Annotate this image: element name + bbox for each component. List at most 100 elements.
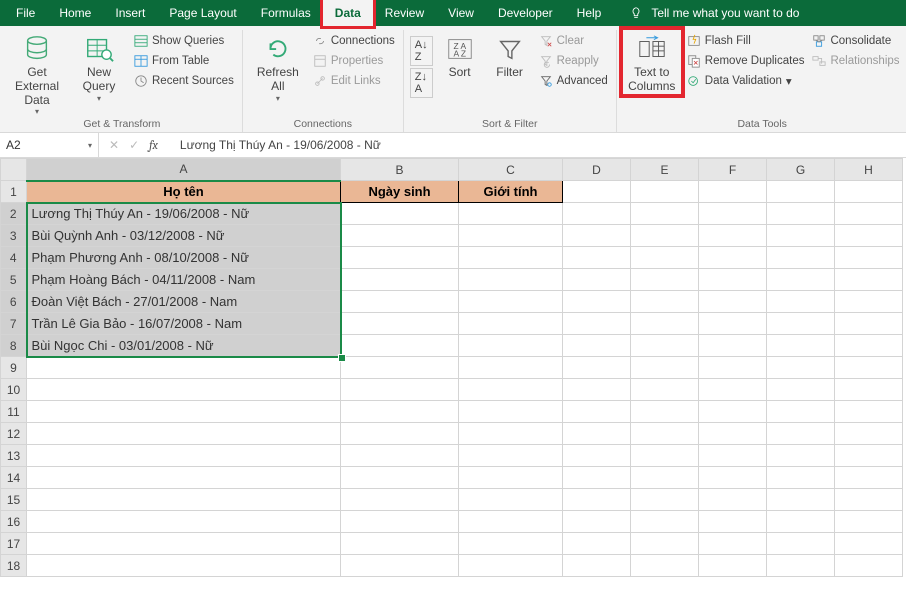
tab-page-layout[interactable]: Page Layout: [157, 0, 248, 26]
cell-E7[interactable]: [631, 313, 699, 335]
select-all-corner[interactable]: [1, 159, 27, 181]
cell-F12[interactable]: [699, 423, 767, 445]
cell-G6[interactable]: [767, 291, 835, 313]
cell-B17[interactable]: [341, 533, 459, 555]
cell-A11[interactable]: [27, 401, 341, 423]
cell-C1[interactable]: Giới tính: [459, 181, 563, 203]
row-header-3[interactable]: 3: [1, 225, 27, 247]
cell-D8[interactable]: [563, 335, 631, 357]
row-header-7[interactable]: 7: [1, 313, 27, 335]
cell-D15[interactable]: [563, 489, 631, 511]
worksheet-grid[interactable]: ABCDEFGH1Họ tênNgày sinhGiới tính2Lương …: [0, 158, 906, 577]
cell-F13[interactable]: [699, 445, 767, 467]
cell-A8[interactable]: Bùi Ngọc Chi - 03/01/2008 - Nữ: [27, 335, 341, 357]
cell-E3[interactable]: [631, 225, 699, 247]
cell-B16[interactable]: [341, 511, 459, 533]
cell-G3[interactable]: [767, 225, 835, 247]
cell-B14[interactable]: [341, 467, 459, 489]
cell-C5[interactable]: [459, 269, 563, 291]
get-external-data-button[interactable]: Get External Data▾: [8, 30, 66, 117]
cell-F17[interactable]: [699, 533, 767, 555]
cell-B9[interactable]: [341, 357, 459, 379]
cell-C12[interactable]: [459, 423, 563, 445]
cell-A7[interactable]: Trần Lê Gia Bảo - 16/07/2008 - Nam: [27, 313, 341, 335]
cell-G7[interactable]: [767, 313, 835, 335]
row-header-4[interactable]: 4: [1, 247, 27, 269]
row-header-12[interactable]: 12: [1, 423, 27, 445]
cell-D4[interactable]: [563, 247, 631, 269]
fx-icon[interactable]: fx: [149, 138, 158, 152]
filter-button[interactable]: Filter: [487, 30, 533, 80]
text-to-columns-button[interactable]: Text to Columns: [623, 30, 681, 94]
cell-B13[interactable]: [341, 445, 459, 467]
cell-H17[interactable]: [835, 533, 903, 555]
tab-developer[interactable]: Developer: [486, 0, 565, 26]
cell-A3[interactable]: Bùi Quỳnh Anh - 03/12/2008 - Nữ: [27, 225, 341, 247]
cell-B15[interactable]: [341, 489, 459, 511]
row-header-18[interactable]: 18: [1, 555, 27, 577]
cell-G14[interactable]: [767, 467, 835, 489]
cell-A12[interactable]: [27, 423, 341, 445]
cell-A10[interactable]: [27, 379, 341, 401]
cell-E15[interactable]: [631, 489, 699, 511]
data-validation-button[interactable]: Data Validation ▾: [685, 72, 807, 90]
row-header-8[interactable]: 8: [1, 335, 27, 357]
cell-E6[interactable]: [631, 291, 699, 313]
cell-B11[interactable]: [341, 401, 459, 423]
row-header-13[interactable]: 13: [1, 445, 27, 467]
cell-G16[interactable]: [767, 511, 835, 533]
tab-view[interactable]: View: [436, 0, 486, 26]
cell-A15[interactable]: [27, 489, 341, 511]
tell-me-search[interactable]: Tell me what you want to do: [629, 6, 799, 20]
cell-H3[interactable]: [835, 225, 903, 247]
cell-F3[interactable]: [699, 225, 767, 247]
cell-D16[interactable]: [563, 511, 631, 533]
cell-G18[interactable]: [767, 555, 835, 577]
cell-F11[interactable]: [699, 401, 767, 423]
remove-duplicates-button[interactable]: Remove Duplicates: [685, 52, 807, 70]
cell-G11[interactable]: [767, 401, 835, 423]
cell-G8[interactable]: [767, 335, 835, 357]
cell-D7[interactable]: [563, 313, 631, 335]
row-header-1[interactable]: 1: [1, 181, 27, 203]
tab-home[interactable]: Home: [47, 0, 103, 26]
cell-E9[interactable]: [631, 357, 699, 379]
cell-H12[interactable]: [835, 423, 903, 445]
cell-B18[interactable]: [341, 555, 459, 577]
cell-C17[interactable]: [459, 533, 563, 555]
cell-E13[interactable]: [631, 445, 699, 467]
flash-fill-button[interactable]: Flash Fill: [685, 32, 807, 50]
cell-G17[interactable]: [767, 533, 835, 555]
cell-C14[interactable]: [459, 467, 563, 489]
cell-C16[interactable]: [459, 511, 563, 533]
from-table-button[interactable]: From Table: [132, 52, 236, 70]
cell-H7[interactable]: [835, 313, 903, 335]
cell-F1[interactable]: [699, 181, 767, 203]
cell-E18[interactable]: [631, 555, 699, 577]
cell-C3[interactable]: [459, 225, 563, 247]
row-header-15[interactable]: 15: [1, 489, 27, 511]
cell-E17[interactable]: [631, 533, 699, 555]
cell-D11[interactable]: [563, 401, 631, 423]
cell-F14[interactable]: [699, 467, 767, 489]
col-header-B[interactable]: B: [341, 159, 459, 181]
cell-B12[interactable]: [341, 423, 459, 445]
cell-C8[interactable]: [459, 335, 563, 357]
col-header-F[interactable]: F: [699, 159, 767, 181]
cell-H14[interactable]: [835, 467, 903, 489]
cell-H11[interactable]: [835, 401, 903, 423]
cell-E8[interactable]: [631, 335, 699, 357]
cell-H10[interactable]: [835, 379, 903, 401]
cell-C18[interactable]: [459, 555, 563, 577]
cell-E5[interactable]: [631, 269, 699, 291]
cell-F8[interactable]: [699, 335, 767, 357]
cell-F2[interactable]: [699, 203, 767, 225]
cell-F6[interactable]: [699, 291, 767, 313]
tab-insert[interactable]: Insert: [103, 0, 157, 26]
col-header-H[interactable]: H: [835, 159, 903, 181]
col-header-A[interactable]: A: [27, 159, 341, 181]
row-header-6[interactable]: 6: [1, 291, 27, 313]
cell-E10[interactable]: [631, 379, 699, 401]
cell-G9[interactable]: [767, 357, 835, 379]
cell-A16[interactable]: [27, 511, 341, 533]
